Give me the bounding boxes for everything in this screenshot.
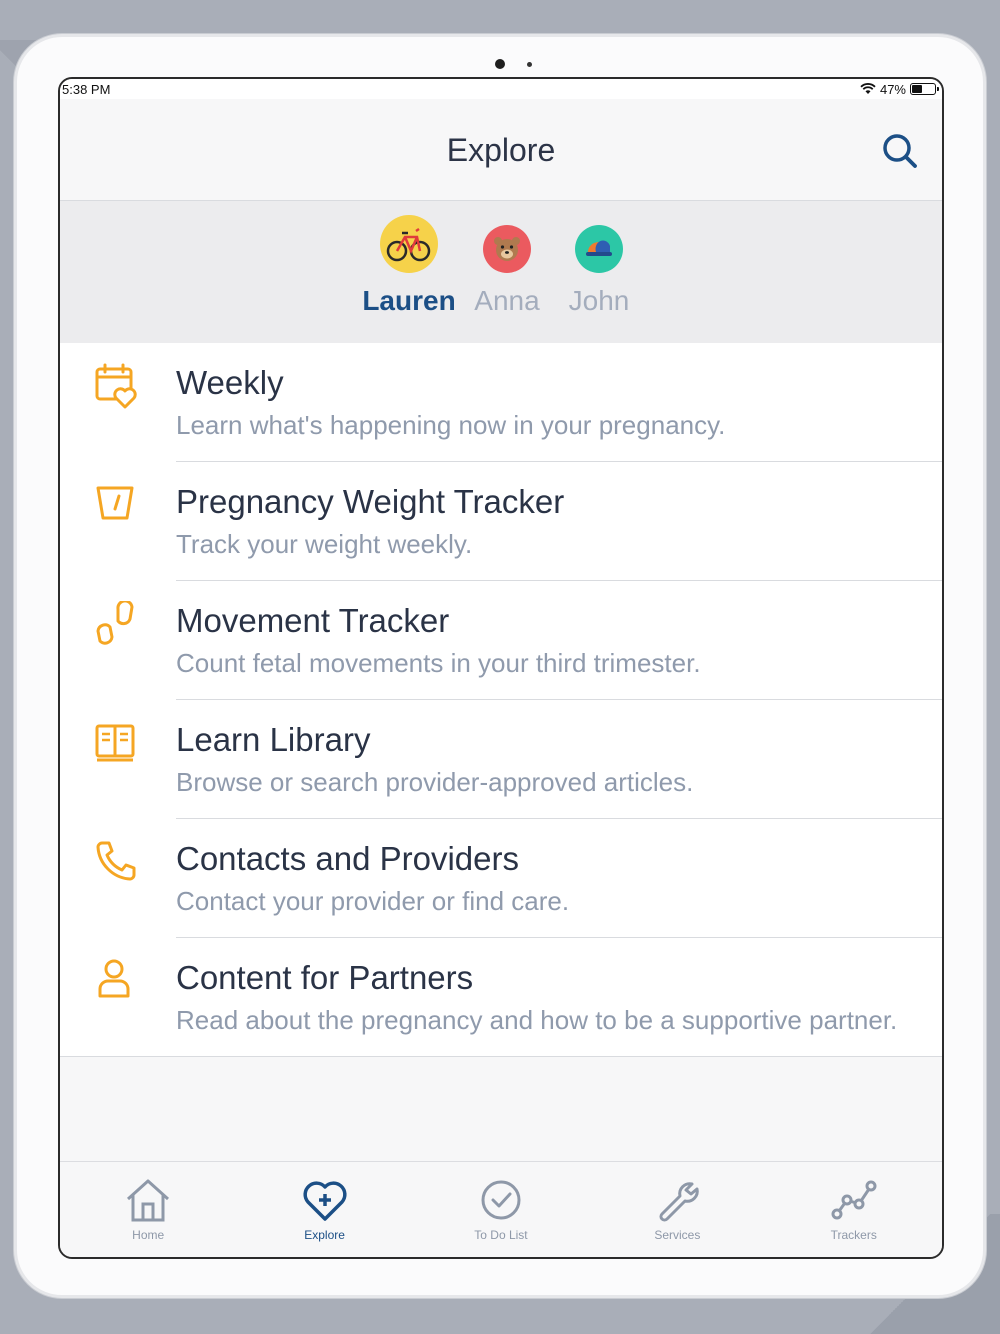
list-item-desc: Contact your provider or find care. [176,886,570,916]
list-item-desc: Read about the pregnancy and how to be a… [176,1005,898,1035]
list-item-partners[interactable]: Content for Partners Read about the preg… [60,938,942,1056]
tab-label: To Do List [474,1228,528,1242]
tab-label: Home [132,1228,165,1242]
list-item-weekly[interactable]: Weekly Learn what's happening now in you… [60,343,942,462]
tab-todo[interactable]: To Do List [426,1162,576,1257]
explore-list: Weekly Learn what's happening now in you… [60,343,942,1056]
page-title: Explore [446,132,556,168]
phone-icon [96,841,136,881]
avatar [380,215,438,273]
person-icon [98,959,130,998]
list-item-desc: Count fetal movements in your third trim… [176,648,701,678]
bicycle-icon [386,227,431,262]
tab-label: Services [654,1228,701,1242]
list-item-body: Pregnancy Weight Tracker Track your weig… [176,462,942,581]
check-circle-icon [481,1180,521,1220]
tab-bar: Home Explore To Do List Services Tracker… [60,1161,942,1257]
list-item-movement-tracker[interactable]: Movement Tracker Count fetal movements i… [60,581,942,700]
profile-name: John [568,285,630,316]
battery-fill [912,85,923,93]
book-icon [95,724,135,762]
wrench-icon [659,1182,700,1222]
sensor [527,62,532,67]
heart-plus-icon [303,1181,347,1221]
list-item-body: Weekly Learn what's happening now in you… [176,343,942,462]
list-item-desc: Learn what's happening now in your pregn… [176,410,726,440]
list-divider [60,1056,942,1057]
home-icon [127,1179,170,1222]
list-item-weight-tracker[interactable]: Pregnancy Weight Tracker Track your weig… [60,462,942,581]
app-screen: 5:38 PM 47% Explore Lauren Anna John Wee… [58,77,944,1259]
footprints-icon [96,601,134,645]
wifi-icon [860,83,876,94]
list-item-title: Learn Library [176,721,371,758]
search-icon[interactable] [880,131,920,171]
tab-label: Trackers [830,1228,877,1242]
list-item-title: Weekly [176,364,284,401]
tab-label: Explore [304,1228,345,1242]
list-item-body: Learn Library Browse or search provider-… [176,700,942,819]
avatar [483,225,531,273]
status-bar: 5:38 PM 47% [60,79,942,99]
trend-icon [831,1180,877,1220]
battery-percent: 47% [879,81,906,97]
profile-anna[interactable]: Anna [468,215,546,343]
cap-icon [586,240,612,256]
status-right: 47% [860,81,939,97]
nav-bar: Explore [60,99,942,201]
battery-icon [910,83,939,95]
profile-switcher: Lauren Anna John [60,201,942,343]
status-time: 5:38 PM [62,81,111,97]
profile-lauren[interactable]: Lauren [362,215,456,343]
tablet-frame: 5:38 PM 47% Explore Lauren Anna John Wee… [14,34,986,1298]
list-item-title: Movement Tracker [176,602,450,639]
tab-home[interactable]: Home [73,1162,223,1257]
profile-name: Lauren [362,285,456,316]
list-item-contacts[interactable]: Contacts and Providers Contact your prov… [60,819,942,938]
list-item-body: Movement Tracker Count fetal movements i… [176,581,942,700]
avatar [575,225,623,273]
profile-name: Anna [474,285,540,316]
list-item-body: Content for Partners Read about the preg… [176,938,942,1056]
list-item-body: Contacts and Providers Contact your prov… [176,819,942,938]
list-item-desc: Browse or search provider-approved artic… [176,767,694,797]
calendar-heart-icon [95,363,137,409]
camera [495,59,505,69]
tab-explore[interactable]: Explore [250,1162,400,1257]
profile-john[interactable]: John [560,215,638,343]
tab-services[interactable]: Services [602,1162,752,1257]
list-item-desc: Track your weight weekly. [176,529,473,559]
list-item-title: Contacts and Providers [176,840,520,877]
bear-icon [494,237,520,261]
list-item-learn-library[interactable]: Learn Library Browse or search provider-… [60,700,942,819]
list-item-title: Content for Partners [176,959,474,996]
list-item-title: Pregnancy Weight Tracker [176,483,565,520]
scale-icon [96,486,134,520]
tab-trackers[interactable]: Trackers [779,1162,929,1257]
